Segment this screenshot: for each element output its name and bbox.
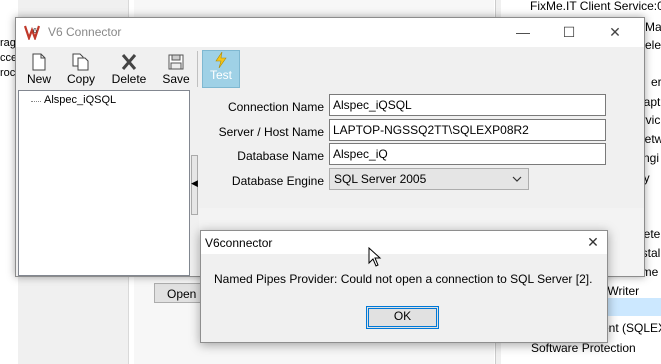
services-item: FixMe.IT Client Service:00	[530, 0, 661, 13]
connection-name-label: Connection Name	[227, 100, 324, 114]
new-button[interactable]: New	[16, 53, 62, 87]
background-text: rag	[0, 37, 16, 49]
dialog-close-button[interactable]: ✕	[579, 231, 607, 254]
connection-name-field[interactable]: Alspec_iQSQL	[329, 94, 606, 116]
save-disk-icon	[168, 54, 184, 70]
chevron-down-icon	[512, 176, 522, 182]
connection-tree[interactable]: Alspec_iQSQL	[18, 90, 190, 276]
copy-icon	[72, 53, 89, 71]
delete-x-icon	[121, 54, 137, 70]
close-button[interactable]: ✕	[592, 18, 638, 47]
lightning-icon	[215, 52, 227, 68]
background-text: roc	[0, 67, 16, 79]
maximize-button[interactable]: ☐	[546, 18, 592, 47]
database-engine-select[interactable]: SQL Server 2005	[329, 168, 529, 190]
error-message: Named Pipes Provider: Could not open a c…	[214, 272, 593, 286]
dialog-title: V6connector	[205, 236, 273, 250]
services-item: Software Protection	[531, 341, 636, 355]
svg-text:6: 6	[33, 28, 37, 35]
delete-button[interactable]: Delete	[106, 53, 152, 87]
new-label: New	[26, 72, 51, 86]
services-item: er N	[651, 75, 661, 89]
panel-splitter[interactable]: ◀	[191, 155, 198, 215]
database-name-field[interactable]: Alspec_iQ	[329, 143, 606, 165]
mouse-pointer-icon	[368, 247, 382, 267]
test-button[interactable]: Test	[202, 50, 240, 88]
save-label: Save	[162, 72, 190, 86]
test-label: Test	[209, 68, 232, 82]
tree-item-connection[interactable]: Alspec_iQSQL	[44, 94, 116, 106]
services-item: Manage	[645, 20, 661, 34]
server-host-field[interactable]: LAPTOP-NGSSQ2TT\SQLEXP08R2	[329, 119, 606, 141]
database-engine-label: Database Engine	[231, 174, 324, 188]
dialog-title-bar[interactable]: V6connector ✕	[201, 231, 607, 254]
tree-connector	[31, 101, 41, 102]
database-engine-value: SQL Server 2005	[334, 172, 427, 186]
services-item: eless	[645, 38, 661, 52]
delete-label: Delete	[111, 72, 147, 86]
window-title: V6 Connector	[48, 25, 122, 39]
toolbar-separator	[197, 51, 198, 87]
database-name-label: Database Name	[237, 149, 324, 163]
ok-button[interactable]: OK	[366, 306, 439, 329]
minimize-button[interactable]: —	[500, 18, 546, 47]
new-document-icon	[32, 53, 46, 71]
app-logo-icon: 6	[24, 25, 40, 40]
copy-button[interactable]: Copy	[58, 53, 104, 87]
error-dialog: V6connector ✕ Named Pipes Provider: Coul…	[200, 230, 608, 343]
copy-label: Copy	[66, 72, 95, 86]
title-bar[interactable]: 6 V6 Connector — ☐ ✕	[16, 18, 644, 47]
collapse-arrow-icon: ◀	[191, 178, 198, 188]
save-button[interactable]: Save	[153, 53, 199, 87]
server-host-label: Server / Host Name	[218, 125, 324, 139]
